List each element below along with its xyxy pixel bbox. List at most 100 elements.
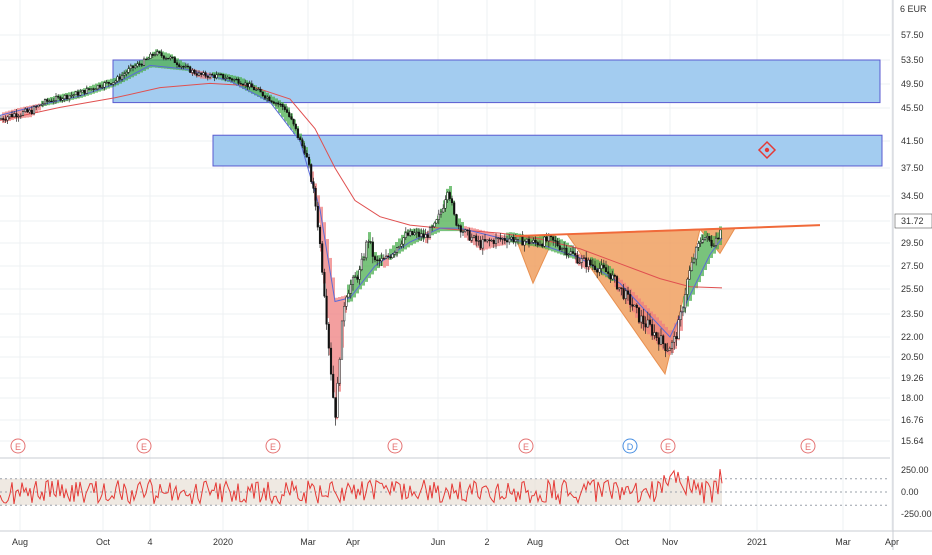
- candle-body: [655, 332, 658, 338]
- candle-body: [481, 239, 484, 249]
- candle-body: [664, 343, 667, 351]
- candle-body: [556, 241, 559, 247]
- candle-body: [52, 100, 55, 102]
- candle-body: [200, 72, 203, 75]
- candle-body: [589, 259, 592, 265]
- candle-body: [156, 51, 159, 55]
- candle-body: [57, 96, 60, 98]
- candle-body: [541, 244, 544, 247]
- candle-body: [681, 307, 685, 313]
- candle-body: [134, 65, 137, 69]
- candle-body: [351, 276, 355, 285]
- candle-body: [305, 153, 308, 158]
- candle-body: [26, 108, 29, 113]
- candle-body: [277, 102, 280, 105]
- candle-body: [116, 76, 119, 82]
- candle-body: [0, 118, 3, 120]
- candle-body: [343, 306, 346, 322]
- candle-body: [103, 82, 106, 88]
- candle-body: [607, 271, 610, 274]
- candle-body: [6, 116, 9, 121]
- osc-tick-0: 250.00: [901, 465, 929, 475]
- candle-body: [503, 238, 506, 241]
- candle-body: [127, 68, 130, 73]
- candle-body: [505, 240, 509, 243]
- candle-body: [272, 101, 275, 104]
- candle-body: [288, 112, 291, 117]
- candle-body: [602, 264, 605, 268]
- candle-body: [261, 91, 264, 97]
- candle-body: [435, 219, 438, 224]
- candle-body: [382, 258, 385, 260]
- candle-body: [332, 373, 335, 398]
- candle-body: [70, 95, 73, 97]
- candle-body: [237, 79, 240, 84]
- candle-body: [4, 119, 7, 121]
- candle-body: [530, 242, 533, 245]
- earnings-marker-label-3: E: [392, 442, 398, 452]
- candle-body: [571, 251, 575, 254]
- candle-body: [622, 288, 625, 299]
- price-tick-14: 19.26: [901, 373, 924, 383]
- candle-body: [325, 295, 328, 325]
- candle-body: [171, 56, 174, 59]
- candle-body: [114, 80, 117, 83]
- candle-body: [448, 192, 451, 199]
- candle-body: [424, 234, 427, 238]
- earnings-marker-label-2: E: [270, 442, 276, 452]
- candle-body: [250, 83, 253, 88]
- candle-body: [578, 262, 581, 264]
- earnings-marker-label-6: E: [665, 442, 671, 452]
- candle-body: [428, 227, 432, 238]
- candle-body: [719, 229, 722, 240]
- candle-body: [598, 268, 601, 273]
- candle-body: [151, 53, 154, 56]
- candle-body: [345, 296, 348, 307]
- time-tick-1: Oct: [96, 537, 111, 547]
- candle-body: [668, 348, 671, 351]
- stock-chart[interactable]: E E E E E D E E 6 EUR 57.50 53.50 49.50 45.50 41.50 3…: [0, 0, 932, 550]
- candle-body: [50, 100, 53, 103]
- candle-body: [87, 88, 91, 90]
- candle-body: [206, 75, 209, 78]
- candle-body: [160, 52, 163, 57]
- candle-body: [274, 102, 278, 105]
- candle-body: [629, 294, 632, 305]
- candle-body: [72, 94, 75, 96]
- candle-body: [690, 261, 693, 271]
- candle-body: [450, 198, 454, 204]
- candle-body: [437, 213, 440, 220]
- candle-body: [677, 319, 680, 339]
- earnings-marker-label-1: E: [141, 442, 147, 452]
- candle-body: [538, 244, 542, 246]
- candle-body: [367, 241, 370, 243]
- candle-body: [426, 234, 429, 238]
- candle-body: [24, 108, 27, 112]
- candle-body: [131, 65, 135, 69]
- candle-body: [35, 106, 38, 108]
- time-tick-2: 4: [147, 537, 152, 547]
- candle-body: [479, 240, 482, 249]
- candle-body: [618, 287, 621, 290]
- candle-body: [384, 255, 388, 259]
- ribbon-seg: [374, 252, 377, 271]
- candle-body: [37, 104, 40, 107]
- candle-body: [257, 88, 260, 91]
- candle-body: [644, 323, 647, 328]
- candle-body: [259, 88, 262, 93]
- ribbon-seg: [89, 85, 92, 95]
- candle-body: [635, 304, 638, 308]
- candle-body: [569, 251, 572, 255]
- candle-body: [19, 115, 22, 117]
- candle-body: [105, 81, 108, 84]
- candle-body: [501, 238, 504, 240]
- candle-body: [285, 109, 289, 113]
- price-tick-9: 27.50: [901, 261, 924, 271]
- candle-body: [679, 311, 682, 320]
- candle-body: [65, 95, 69, 100]
- candle-body: [153, 54, 157, 56]
- candle-body: [692, 258, 696, 263]
- ribbon-seg: [167, 53, 170, 69]
- candle-body: [112, 82, 115, 85]
- candle-body: [294, 123, 297, 129]
